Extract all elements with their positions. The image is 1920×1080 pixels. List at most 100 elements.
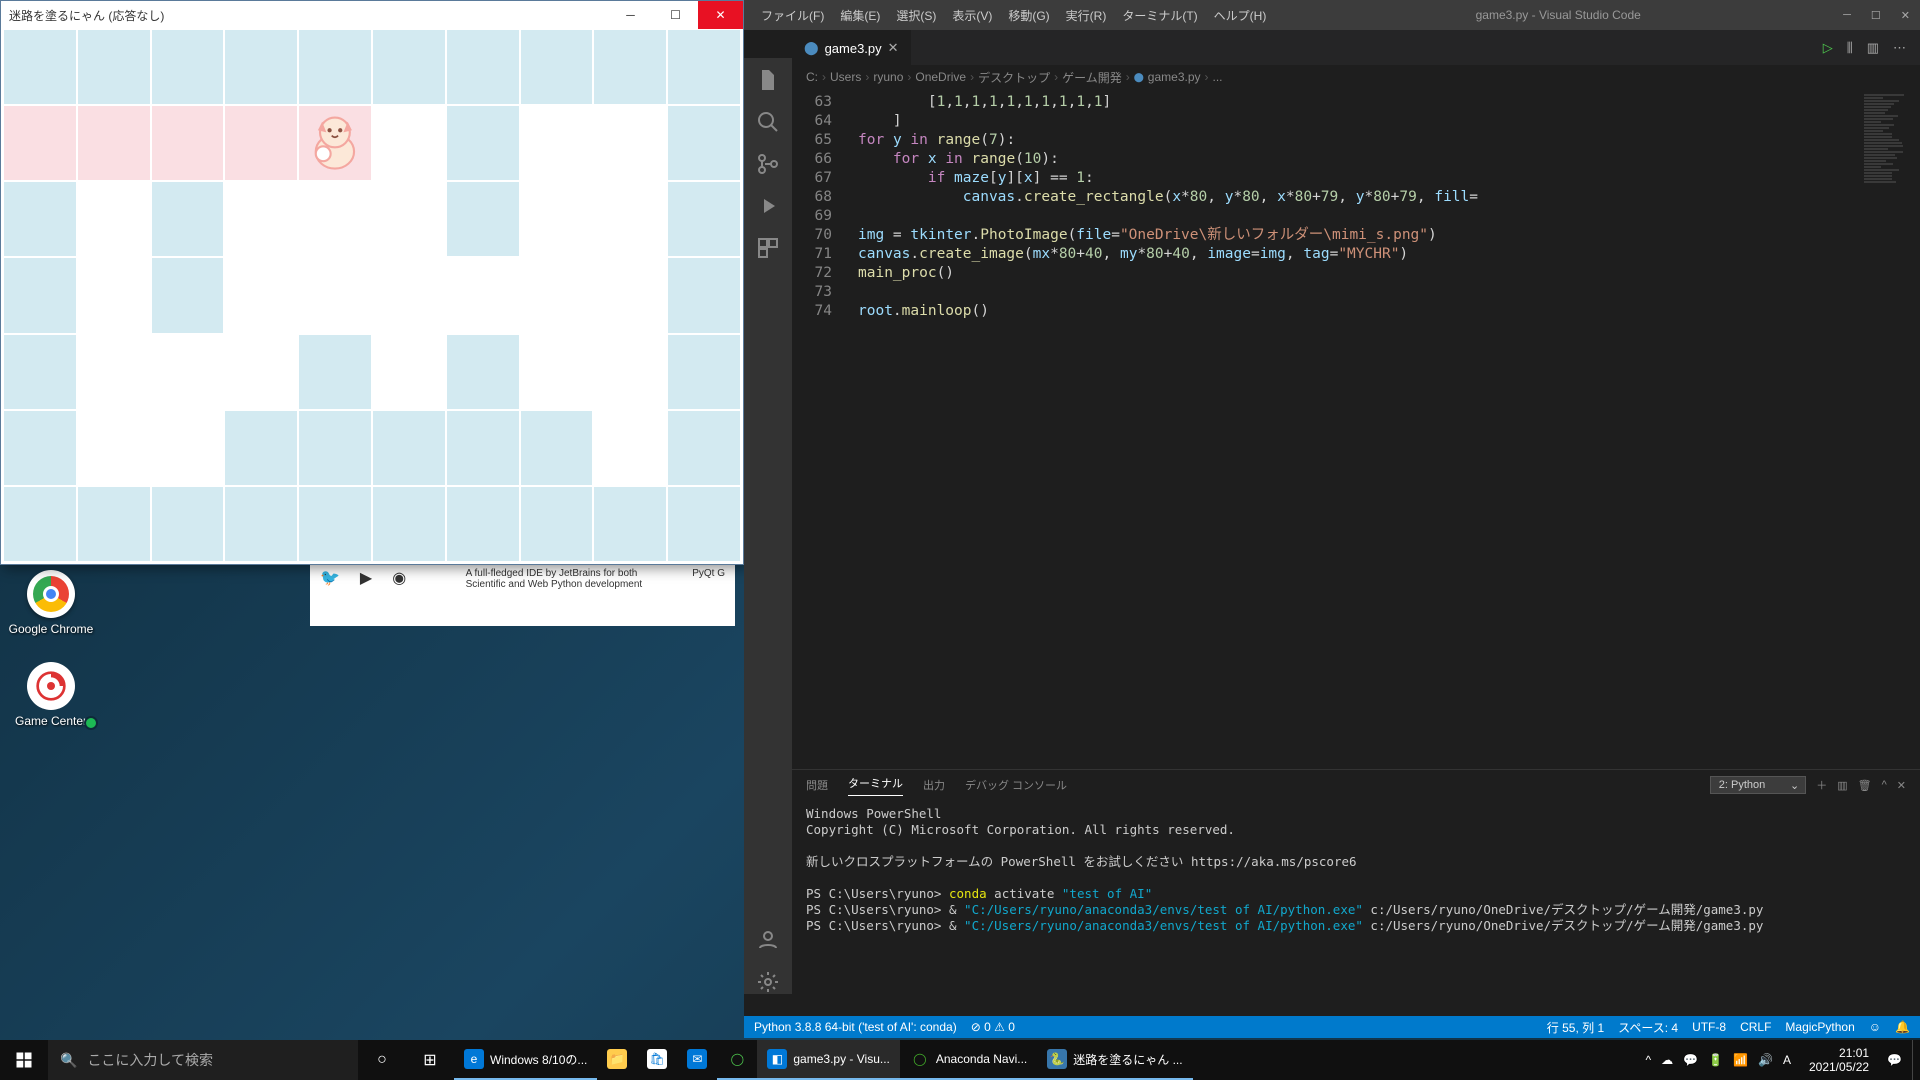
vscode-minimize-button[interactable]: ─ bbox=[1843, 9, 1851, 22]
windows-taskbar[interactable]: 🔍 ここに入力して検索 ○ ⊞ eWindows 8/10の...📁🛍✉◯◧ga… bbox=[0, 1040, 1920, 1080]
taskbar-search[interactable]: 🔍 ここに入力して検索 bbox=[48, 1040, 358, 1080]
split-editor-icon[interactable]: ⫼ bbox=[1847, 40, 1853, 56]
vscode-activity-bar[interactable] bbox=[744, 58, 792, 994]
menu-item[interactable]: 実行(R) bbox=[1059, 3, 1114, 28]
minimap[interactable] bbox=[1860, 89, 1920, 769]
taskbar-app-store[interactable]: 🛍 bbox=[637, 1040, 677, 1080]
terminal-panel[interactable]: 問題 ターミナル 出力 デバッグ コンソール 2: Python ⌄ ＋ ▥ 🗑… bbox=[792, 769, 1920, 1016]
account-icon[interactable] bbox=[756, 928, 780, 952]
tray-wifi-icon[interactable]: 📶 bbox=[1733, 1053, 1748, 1067]
desktop-icon-chrome[interactable]: Google Chrome bbox=[6, 570, 96, 636]
tab-output[interactable]: 出力 bbox=[923, 777, 945, 793]
tkinter-game-window[interactable]: 迷路を塗るにゃん (応答なし) ─ ☐ ✕ bbox=[0, 0, 744, 565]
vscode-maximize-button[interactable]: ☐ bbox=[1871, 9, 1881, 22]
maze-cell bbox=[446, 334, 520, 410]
tab-debug-console[interactable]: デバッグ コンソール bbox=[965, 777, 1067, 793]
taskbar-app-vscode[interactable]: ◧game3.py - Visu... bbox=[757, 1040, 900, 1080]
extensions-icon[interactable] bbox=[756, 236, 780, 260]
git-icon[interactable] bbox=[756, 152, 780, 176]
layout-icon[interactable]: ▥ bbox=[1867, 40, 1879, 56]
terminal-selector[interactable]: 2: Python ⌄ bbox=[1710, 776, 1806, 794]
start-button[interactable] bbox=[0, 1040, 48, 1080]
status-feedback-icon[interactable]: ☺ bbox=[1869, 1020, 1881, 1034]
tab-close-icon[interactable]: ✕ bbox=[888, 40, 899, 56]
breadcrumb-segment[interactable]: ryuno bbox=[873, 70, 903, 84]
taskbar-app-python[interactable]: 🐍迷路を塗るにゃん ... bbox=[1037, 1040, 1192, 1080]
maximize-panel-icon[interactable]: ^ bbox=[1882, 779, 1887, 791]
vscode-status-bar[interactable]: Python 3.8.8 64-bit ('test of AI': conda… bbox=[744, 1016, 1920, 1038]
menu-item[interactable]: 移動(G) bbox=[1001, 3, 1056, 28]
run-icon[interactable]: ▷ bbox=[1823, 40, 1833, 56]
tray-clock[interactable]: 21:01 2021/05/22 bbox=[1801, 1046, 1877, 1074]
menu-item[interactable]: ターミナル(T) bbox=[1115, 3, 1204, 28]
breadcrumb-segment[interactable]: game3.py bbox=[1148, 70, 1201, 84]
files-icon[interactable] bbox=[756, 68, 780, 92]
system-tray[interactable]: ^ ☁ 💬 🔋 📶 🔊 A 21:01 2021/05/22 💬 bbox=[1646, 1040, 1920, 1080]
maze-cell bbox=[372, 486, 446, 562]
taskbar-app-edge[interactable]: eWindows 8/10の... bbox=[454, 1040, 597, 1080]
menu-item[interactable]: 編集(E) bbox=[833, 3, 887, 28]
split-terminal-icon[interactable]: ▥ bbox=[1837, 779, 1847, 792]
maze-cell bbox=[77, 486, 151, 562]
status-eol[interactable]: CRLF bbox=[1740, 1020, 1771, 1034]
menu-item[interactable]: ファイル(F) bbox=[754, 3, 831, 28]
breadcrumb[interactable]: C: › Users › ryuno › OneDrive › デスクトップ ›… bbox=[792, 65, 1920, 89]
status-encoding[interactable]: UTF-8 bbox=[1692, 1020, 1726, 1034]
search-icon[interactable] bbox=[756, 110, 780, 134]
kill-terminal-icon[interactable]: 🗑 bbox=[1858, 779, 1872, 792]
tray-battery-icon[interactable]: 🔋 bbox=[1708, 1053, 1723, 1067]
maximize-button[interactable]: ☐ bbox=[653, 1, 698, 29]
settings-gear-icon[interactable] bbox=[756, 970, 780, 994]
game-canvas[interactable] bbox=[3, 29, 741, 562]
breadcrumb-segment[interactable]: ... bbox=[1213, 70, 1223, 84]
status-language[interactable]: MagicPython bbox=[1785, 1020, 1854, 1034]
breadcrumb-segment[interactable]: ゲーム開発 bbox=[1062, 69, 1122, 86]
close-button[interactable]: ✕ bbox=[698, 1, 743, 29]
minimize-button[interactable]: ─ bbox=[608, 1, 653, 29]
breadcrumb-segment[interactable]: デスクトップ bbox=[978, 69, 1050, 86]
vscode-tabs[interactable]: ⬤ game3.py ✕ ▷ ⫼ ▥ ⋯ bbox=[792, 30, 1920, 65]
tab-terminal[interactable]: ターミナル bbox=[848, 775, 903, 796]
status-python[interactable]: Python 3.8.8 64-bit ('test of AI': conda… bbox=[754, 1020, 957, 1034]
debug-icon[interactable] bbox=[756, 194, 780, 218]
breadcrumb-segment[interactable]: C: bbox=[806, 70, 818, 84]
tray-notifications-icon[interactable]: 💬 bbox=[1887, 1053, 1902, 1067]
tab-game3-py[interactable]: ⬤ game3.py ✕ bbox=[792, 30, 911, 65]
maze-cell bbox=[224, 105, 298, 181]
code-editor[interactable]: 636465666768697071727374 [1,1,1,1,1,1,1,… bbox=[792, 89, 1920, 769]
tray-onedrive-icon[interactable]: ☁ bbox=[1661, 1053, 1673, 1067]
tray-ime-icon[interactable]: A bbox=[1783, 1053, 1791, 1067]
vscode-window[interactable]: ファイル(F)編集(E)選択(S)表示(V)移動(G)実行(R)ターミナル(T)… bbox=[744, 0, 1920, 1038]
tray-meet-icon[interactable]: 💬 bbox=[1683, 1053, 1698, 1067]
tray-volume-icon[interactable]: 🔊 bbox=[1758, 1053, 1773, 1067]
desktop-icon-gamecenter[interactable]: Game Center bbox=[6, 662, 96, 728]
taskbar-app-anaconda[interactable]: ◯Anaconda Navi... bbox=[900, 1040, 1037, 1080]
code-content[interactable]: [1,1,1,1,1,1,1,1,1,1] ]for y in range(7)… bbox=[848, 89, 1860, 769]
vscode-menubar[interactable]: ファイル(F)編集(E)選択(S)表示(V)移動(G)実行(R)ターミナル(T)… bbox=[754, 3, 1273, 28]
taskbar-app-explorer[interactable]: 📁 bbox=[597, 1040, 637, 1080]
taskbar-app-spinner[interactable]: ◯ bbox=[717, 1040, 757, 1080]
vscode-titlebar[interactable]: ファイル(F)編集(E)選択(S)表示(V)移動(G)実行(R)ターミナル(T)… bbox=[744, 0, 1920, 30]
menu-item[interactable]: ヘルプ(H) bbox=[1207, 3, 1274, 28]
task-view-icon[interactable]: ⊞ bbox=[406, 1040, 454, 1080]
taskbar-app-mail[interactable]: ✉ bbox=[677, 1040, 717, 1080]
status-line-col[interactable]: 行 55, 列 1 bbox=[1547, 1019, 1604, 1036]
menu-item[interactable]: 表示(V) bbox=[945, 3, 999, 28]
close-panel-icon[interactable]: ✕ bbox=[1897, 779, 1906, 792]
breadcrumb-segment[interactable]: Users bbox=[830, 70, 861, 84]
terminal-output[interactable]: Windows PowerShellCopyright (C) Microsof… bbox=[792, 800, 1920, 1016]
new-terminal-icon[interactable]: ＋ bbox=[1816, 777, 1827, 793]
menu-item[interactable]: 選択(S) bbox=[889, 3, 943, 28]
status-errors[interactable]: ⊘ 0 ⚠ 0 bbox=[971, 1020, 1015, 1034]
tab-problems[interactable]: 問題 bbox=[806, 777, 828, 793]
breadcrumb-segment[interactable]: OneDrive bbox=[915, 70, 966, 84]
status-bell-icon[interactable]: 🔔 bbox=[1895, 1020, 1910, 1034]
show-desktop-button[interactable] bbox=[1912, 1040, 1918, 1080]
status-spaces[interactable]: スペース: 4 bbox=[1618, 1019, 1678, 1036]
panel-tabs[interactable]: 問題 ターミナル 出力 デバッグ コンソール 2: Python ⌄ ＋ ▥ 🗑… bbox=[792, 770, 1920, 800]
vscode-close-button[interactable]: ✕ bbox=[1901, 9, 1910, 22]
more-icon[interactable]: ⋯ bbox=[1893, 40, 1906, 56]
game-window-titlebar[interactable]: 迷路を塗るにゃん (応答なし) ─ ☐ ✕ bbox=[1, 1, 743, 29]
cortana-icon[interactable]: ○ bbox=[358, 1040, 406, 1080]
tray-chevron-icon[interactable]: ^ bbox=[1646, 1053, 1652, 1067]
